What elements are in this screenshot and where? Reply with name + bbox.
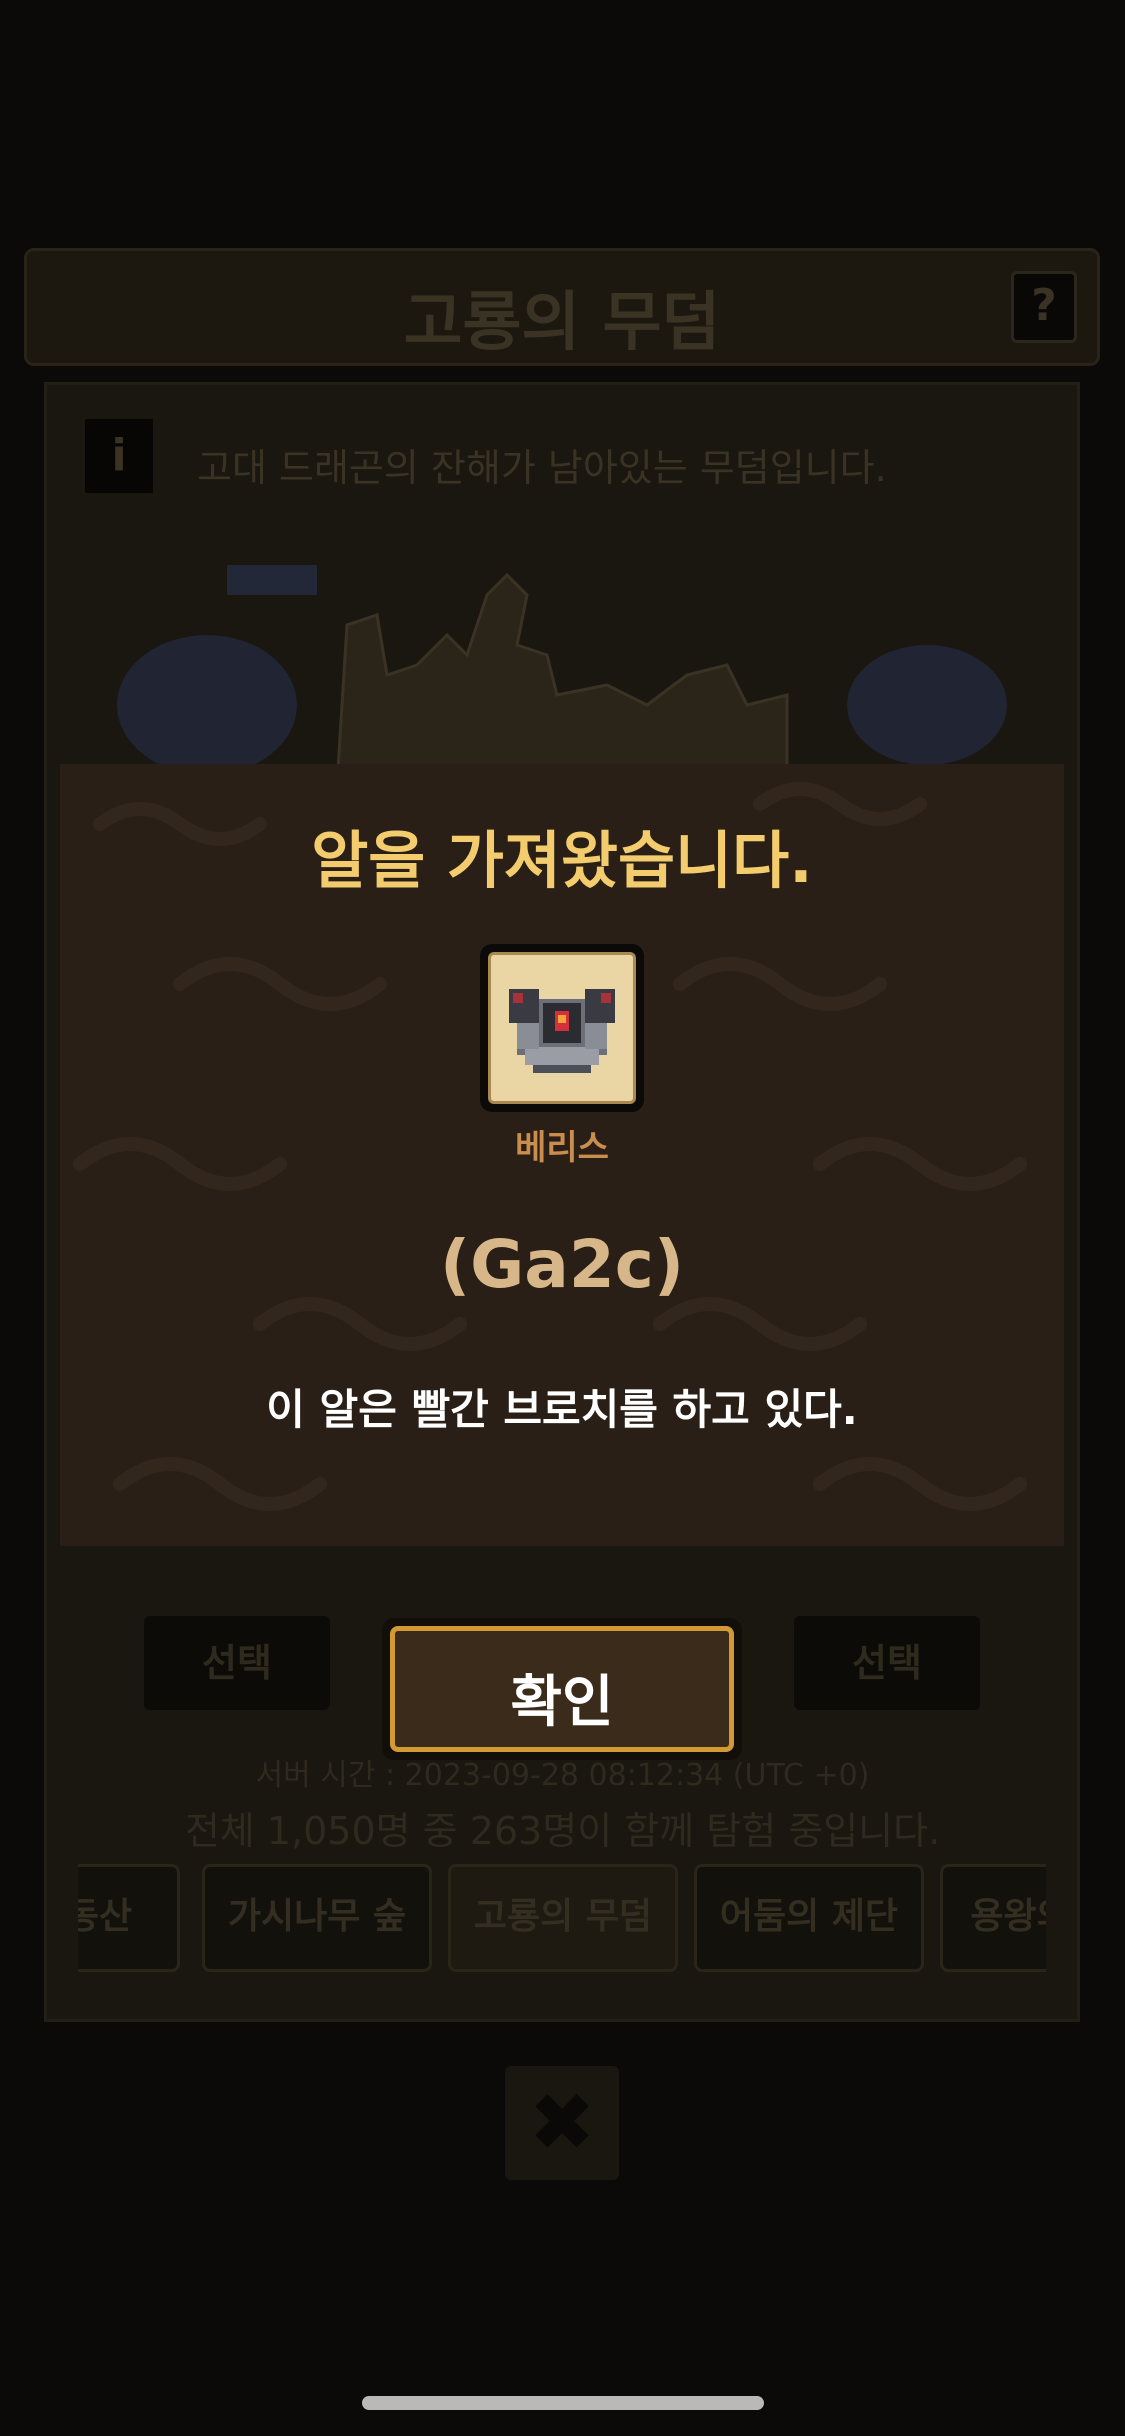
dungeon-scene-art — [117, 565, 1007, 785]
egg-result-modal: 알을 가져왔습니다. 베리스 (Ga2c) 이 알은 빨간 브로치를 하고 있다… — [60, 764, 1064, 1546]
info-button[interactable]: i — [85, 419, 153, 493]
item-card-frame — [488, 952, 636, 1104]
modal-title: 알을 가져왔습니다. — [311, 824, 813, 897]
confirm-button-frame: 확인 — [390, 1626, 734, 1752]
tab-thorn-forest[interactable]: 가시나무 숲 — [202, 1864, 432, 1972]
dungeon-title: 고룡의 무덤 — [403, 286, 721, 360]
tab-dragon-king[interactable]: 용왕의 — [940, 1864, 1046, 1972]
item-description: 이 알은 빨간 브로치를 하고 있다. — [266, 1385, 858, 1434]
dungeon-description: 고대 드래곤의 잔해가 남아있는 무덤입니다. — [197, 446, 887, 490]
select-button-1[interactable]: 선택 — [144, 1616, 330, 1710]
dungeon-tabs: 동산 가시나무 숲 고룡의 무덤 어둠의 제단 용왕의 — [78, 1864, 1046, 1976]
item-code: (Ga2c) — [439, 1226, 685, 1303]
confirm-button[interactable]: 확인 — [382, 1618, 742, 1760]
item-card — [480, 944, 644, 1112]
confirm-label: 확인 — [510, 1670, 614, 1735]
tab-dark-altar[interactable]: 어둠의 제단 — [694, 1864, 924, 1972]
explorer-count: 전체 1,050명 중 263명이 함께 탐험 중입니다. — [184, 1809, 941, 1853]
close-icon[interactable]: ✖ — [505, 2066, 619, 2180]
tab-hill[interactable]: 동산 — [78, 1864, 180, 1972]
item-name: 베리스 — [515, 1128, 609, 1168]
help-button[interactable]: ? — [1011, 271, 1077, 343]
tab-dragon-tomb[interactable]: 고룡의 무덤 — [448, 1864, 678, 1972]
home-indicator[interactable] — [362, 2396, 764, 2410]
armored-egg-icon — [509, 989, 615, 1073]
select-button-3[interactable]: 선택 — [794, 1616, 980, 1710]
title-bar: 고룡의 무덤 ? — [24, 248, 1100, 366]
